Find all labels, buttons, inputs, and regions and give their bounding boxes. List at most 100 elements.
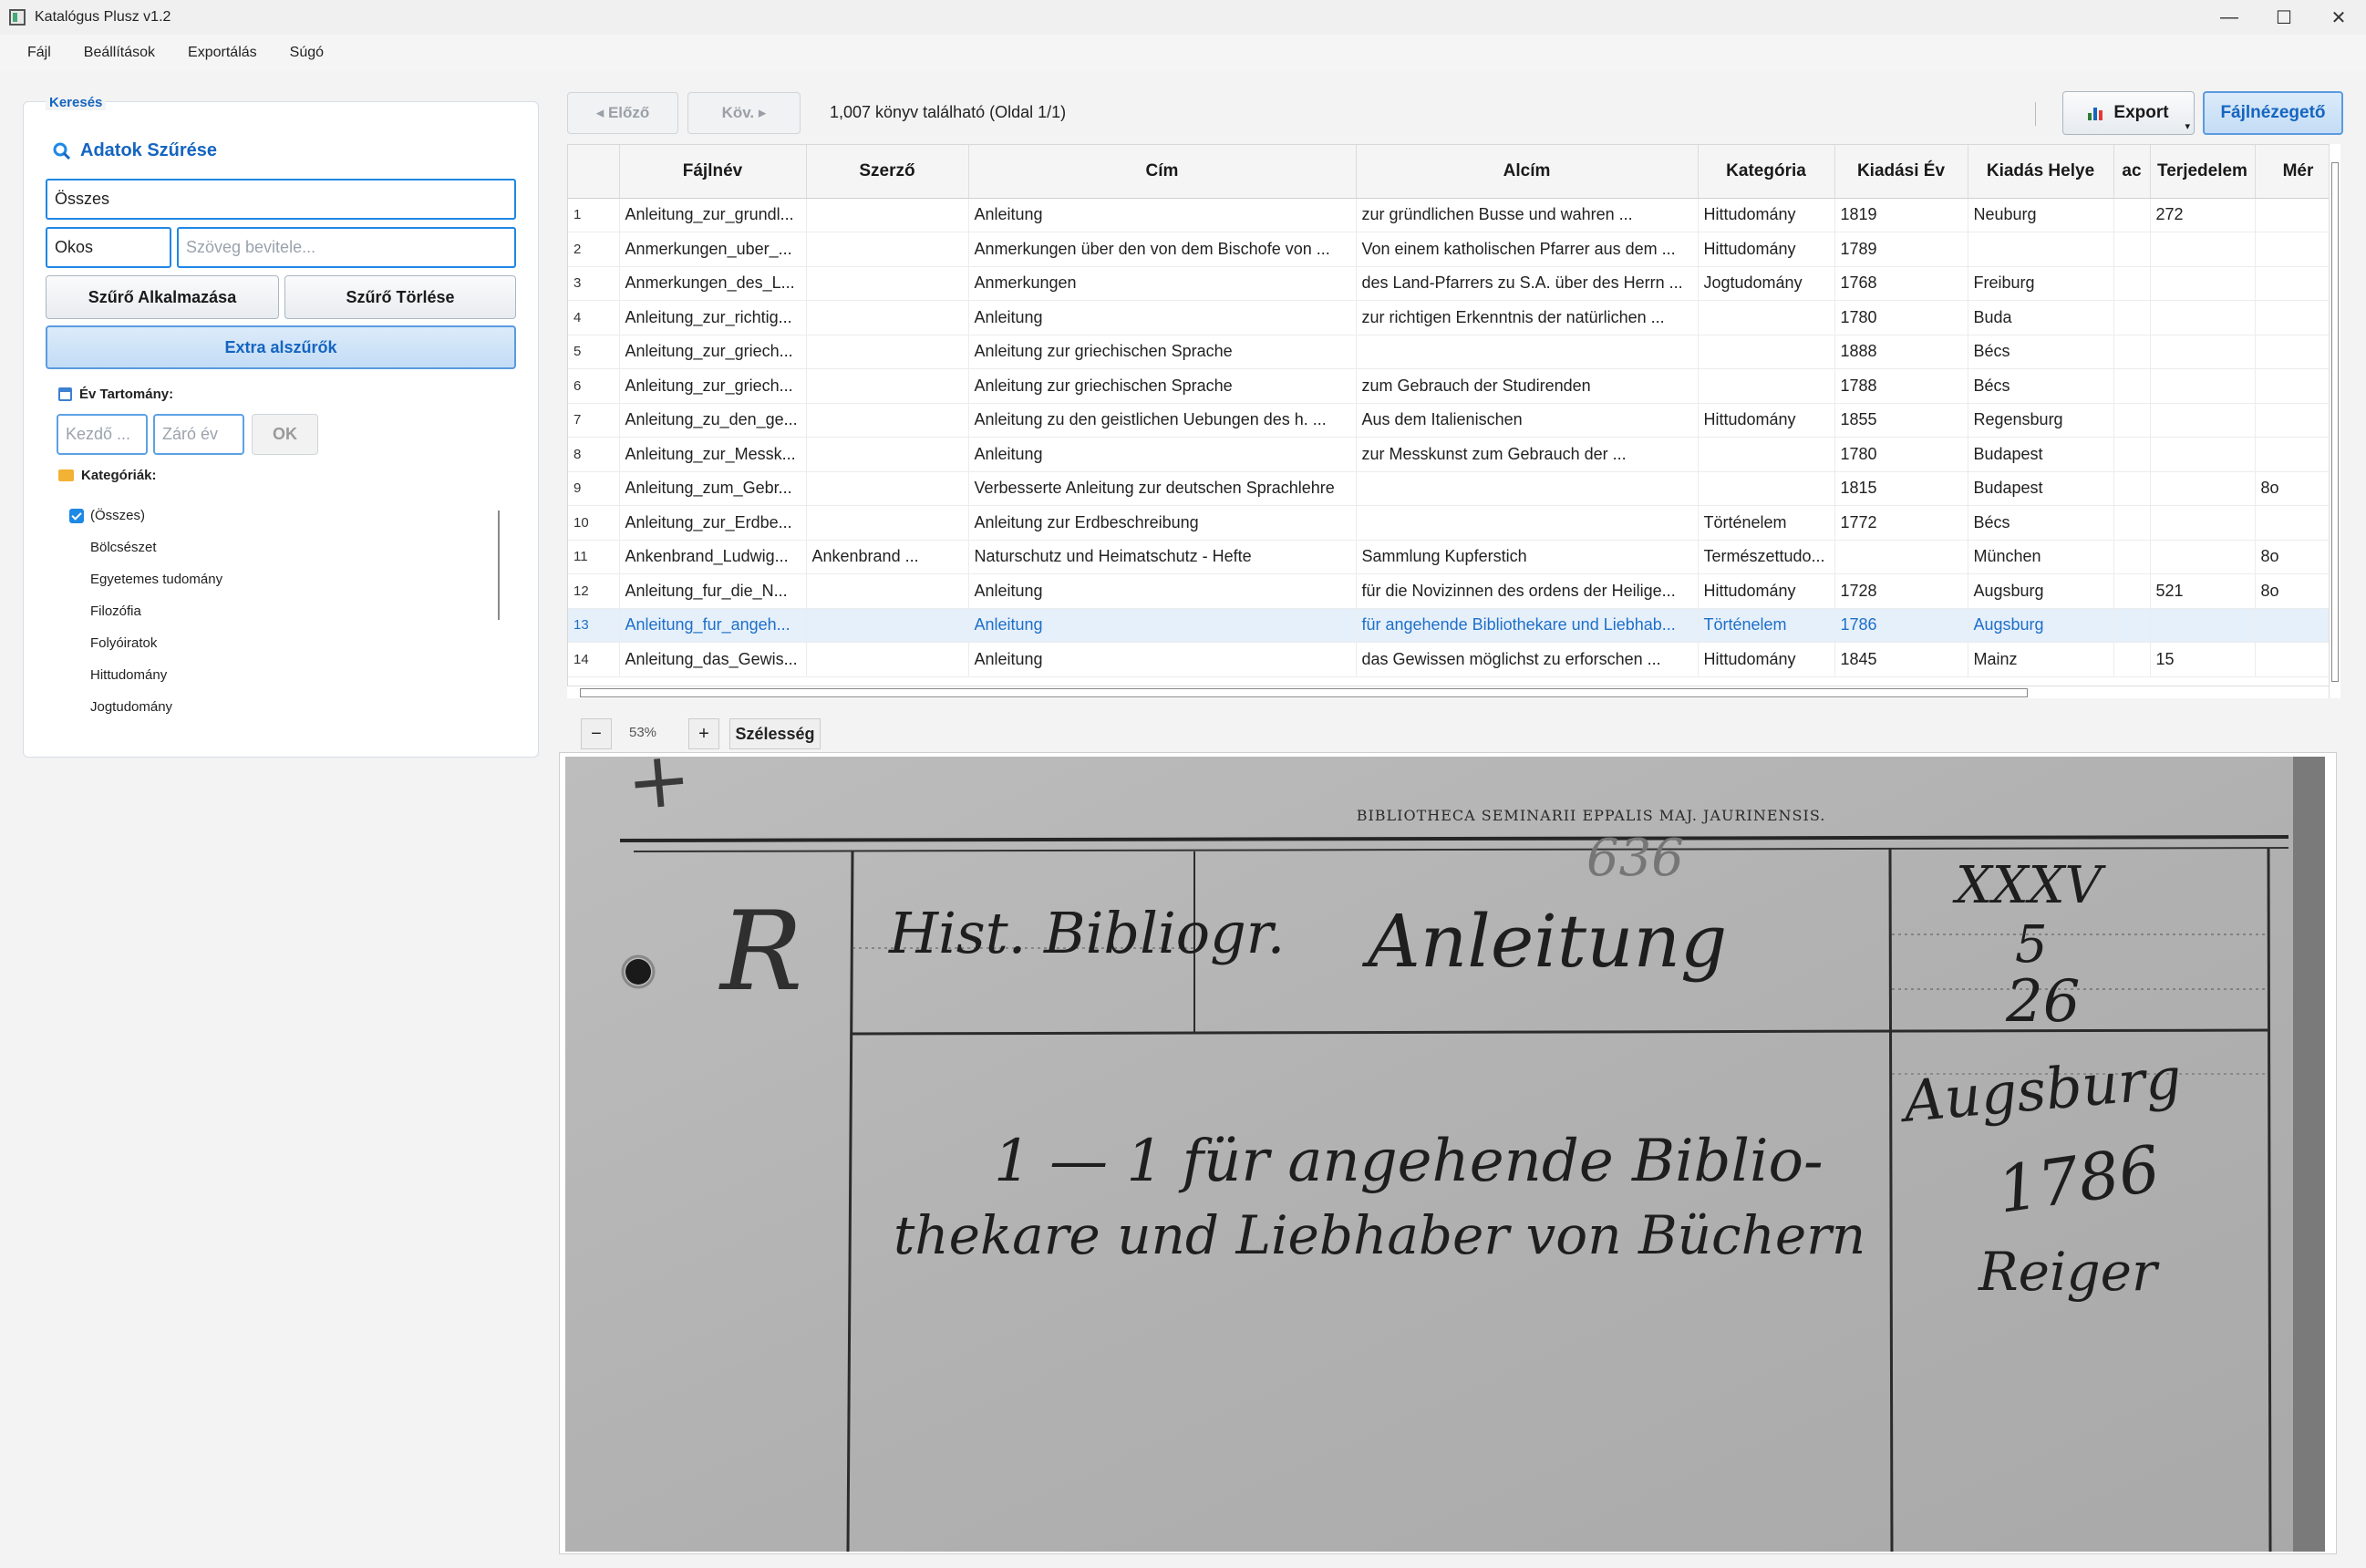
- categories-text: Kategóriák:: [81, 468, 157, 483]
- file-viewer-button[interactable]: Fájlnézegető: [2203, 91, 2343, 135]
- table-row[interactable]: 10 Anleitung_zur_Erdbe... Anleitung zur Er…: [568, 505, 2340, 541]
- minimize-button[interactable]: —: [2202, 0, 2257, 35]
- table-cell: Történelem: [1698, 608, 1835, 643]
- menu-export[interactable]: Exportálás: [171, 45, 274, 61]
- table-cell: [2255, 642, 2340, 677]
- maximize-button[interactable]: ☐: [2257, 0, 2311, 35]
- extra-subfilters-button[interactable]: Extra alszűrők: [46, 325, 516, 369]
- prev-page-button[interactable]: ◂ Előző: [567, 92, 678, 134]
- table-cell: Anleitung: [968, 198, 1357, 232]
- table-row[interactable]: 11 Ankenbrand_Ludwig... Ankenbrand ... Natu…: [568, 540, 2340, 574]
- field-select[interactable]: Összes: [46, 179, 516, 220]
- column-header[interactable]: ac: [2113, 145, 2151, 199]
- apply-filter-button[interactable]: Szűrő Alkalmazása: [46, 275, 279, 319]
- category-item[interactable]: Hittudomány: [90, 667, 167, 683]
- table-cell: Anleitung_zur_Messk...: [619, 437, 807, 472]
- export-button[interactable]: Export ▾: [2062, 91, 2195, 135]
- table-row[interactable]: 5 Anleitung_zur_griech... Anleitung zur gr…: [568, 335, 2340, 369]
- table-row[interactable]: 4 Anleitung_zur_richtig... Anleitung zur ri…: [568, 300, 2340, 335]
- table-cell: Bécs: [1968, 335, 2114, 369]
- column-header[interactable]: Kategória: [1698, 145, 1835, 199]
- row-number: 9: [568, 471, 620, 506]
- table-cell: Hittudomány: [1698, 573, 1835, 609]
- next-page-button[interactable]: Köv. ▸: [687, 92, 801, 134]
- zoom-out-button[interactable]: −: [581, 718, 612, 749]
- table-cell: [2150, 437, 2256, 472]
- table-cell: zum Gebrauch der Studirenden: [1356, 368, 1699, 404]
- search-icon: [53, 142, 71, 160]
- category-item[interactable]: Bölcsészet: [90, 540, 157, 555]
- table-row[interactable]: 2 Anmerkungen_uber_... Anmerkungen über de…: [568, 232, 2340, 267]
- table-row[interactable]: 12 Anleitung_fur_die_N... Anleitung für die…: [568, 573, 2340, 609]
- table-row[interactable]: 14 Anleitung_das_Gewis... Anleitung das Gew…: [568, 642, 2340, 677]
- table-row[interactable]: 7 Anleitung_zu_den_ge... Anleitung zu den …: [568, 403, 2340, 438]
- fit-width-button[interactable]: Szélesség: [729, 718, 821, 749]
- table-cell: Természettudo...: [1698, 540, 1835, 574]
- table-horizontal-scrollbar[interactable]: [567, 686, 2329, 698]
- table-cell: [1356, 505, 1699, 541]
- table-row[interactable]: 1 Anleitung_zur_grundl... Anleitung zur grü…: [568, 198, 2340, 232]
- table-cell: Anleitung_zur_richtig...: [619, 300, 807, 335]
- category-item[interactable]: Folyóiratok: [90, 635, 157, 651]
- year-end-input[interactable]: Záró év: [153, 414, 244, 455]
- column-header[interactable]: Kiadás Helye: [1968, 145, 2114, 199]
- toolbar-separator: [2035, 102, 2036, 126]
- zoom-in-button[interactable]: +: [688, 718, 719, 749]
- table-row[interactable]: 13 Anleitung_fur_angeh... Anleitung für ang…: [568, 608, 2340, 643]
- category-item[interactable]: Filozófia: [90, 603, 141, 619]
- table-cell: Hittudomány: [1698, 198, 1835, 232]
- table-row[interactable]: 8 Anleitung_zur_Messk... Anleitung zur Mess…: [568, 437, 2340, 472]
- categories-label: Kategóriák:: [58, 468, 157, 483]
- menu-help[interactable]: Súgó: [274, 45, 340, 61]
- table-cell: [1698, 437, 1835, 472]
- card-shelf-3: 26: [2005, 968, 2080, 1036]
- card-title-handwriting: Anleitung: [1361, 899, 1727, 984]
- category-scrollbar[interactable]: [498, 511, 500, 620]
- category-all-checkbox[interactable]: [69, 509, 84, 523]
- image-viewer[interactable]: BIBLIOTHECA SEMINARII EPPALIS MAJ. JAURI…: [559, 752, 2337, 1554]
- mode-select[interactable]: Okos: [46, 227, 171, 268]
- year-ok-button[interactable]: OK: [252, 414, 318, 455]
- column-header[interactable]: Mér: [2255, 145, 2340, 199]
- table-cell: [2113, 403, 2151, 438]
- column-header[interactable]: Kiadási Év: [1834, 145, 1968, 199]
- category-item[interactable]: Egyetemes tudomány: [90, 572, 222, 587]
- table-cell: [2150, 368, 2256, 404]
- table-cell: [1834, 540, 1968, 574]
- menu-file[interactable]: Fájl: [11, 45, 67, 61]
- result-count: 1,007 könyv található (Oldal 1/1): [830, 103, 1067, 121]
- table-vertical-scrollbar[interactable]: [2329, 144, 2340, 698]
- card-shelf-2: 5: [2015, 915, 2048, 975]
- horizontal-scroll-thumb[interactable]: [580, 688, 2028, 697]
- category-item[interactable]: Jogtudomány: [90, 699, 172, 715]
- table-cell: 8o: [2255, 471, 2340, 506]
- card-letter-mark: R: [718, 889, 802, 1016]
- search-text-input[interactable]: Szöveg bevitele...: [177, 227, 516, 268]
- year-start-input[interactable]: Kezdő ...: [57, 414, 148, 455]
- column-header[interactable]: Szerző: [806, 145, 969, 199]
- column-header[interactable]: Terjedelem: [2150, 145, 2256, 199]
- table-cell: Anleitung_zur_griech...: [619, 368, 807, 404]
- table-cell: [2150, 471, 2256, 506]
- column-header[interactable]: Alcím: [1356, 145, 1699, 199]
- table-cell: [2113, 642, 2151, 677]
- column-header[interactable]: Cím: [968, 145, 1357, 199]
- table-row[interactable]: 9 Anleitung_zum_Gebr... Verbesserte Anleit…: [568, 471, 2340, 506]
- card-line-1: 1 — 1 für angehende Biblio-: [994, 1128, 1824, 1195]
- clear-filter-button[interactable]: Szűrő Törlése: [284, 275, 516, 319]
- menu-settings[interactable]: Beállítások: [67, 45, 171, 61]
- table-cell: 521: [2150, 573, 2256, 609]
- category-item[interactable]: (Összes): [90, 508, 145, 523]
- table-cell: Anleitung: [968, 608, 1357, 643]
- table-cell: für die Novizinnen des ordens der Heilig…: [1356, 573, 1699, 609]
- table-cell: Történelem: [1698, 505, 1835, 541]
- year-range-label: Év Tartomány:: [58, 387, 173, 402]
- column-header[interactable]: Fájlnév: [619, 145, 807, 199]
- vertical-scroll-thumb[interactable]: [2331, 162, 2339, 682]
- column-header[interactable]: [568, 145, 620, 199]
- table-cell: [2150, 505, 2256, 541]
- table-cell: Anleitung_zum_Gebr...: [619, 471, 807, 506]
- table-row[interactable]: 6 Anleitung_zur_griech... Anleitung zur gr…: [568, 368, 2340, 404]
- close-button[interactable]: ✕: [2311, 0, 2366, 35]
- table-row[interactable]: 3 Anmerkungen_des_L... Anmerkungen des Land…: [568, 266, 2340, 301]
